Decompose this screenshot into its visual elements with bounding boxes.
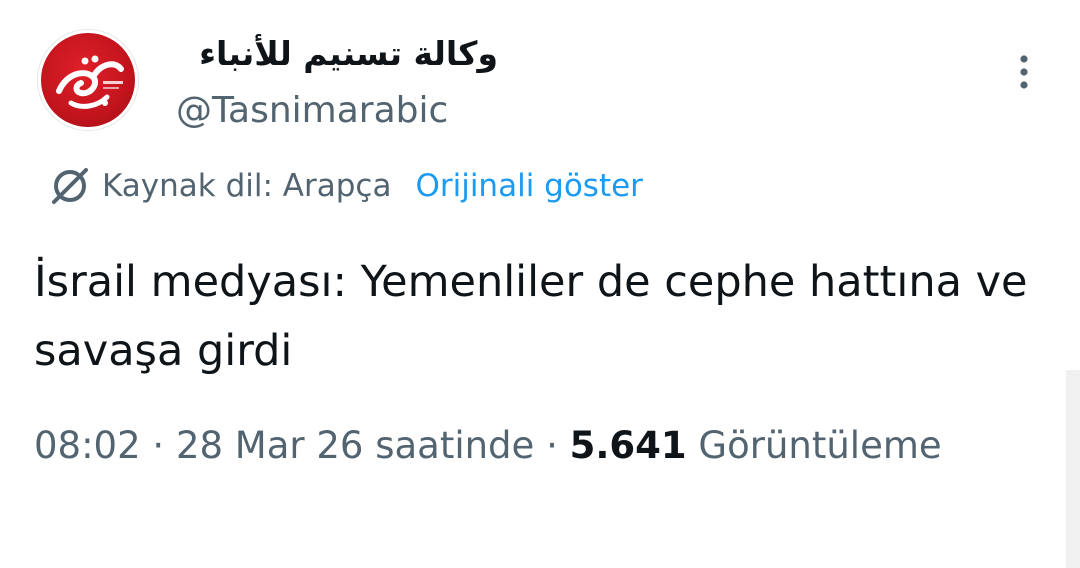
- source-language-label: Kaynak dil: Arapça: [102, 168, 392, 204]
- translation-row: Kaynak dil: Arapça Orijinali göster: [46, 164, 643, 208]
- tweet-text: İsrail medyası: Yemenliler de cephe hatt…: [34, 257, 1028, 376]
- avatar[interactable]: [37, 29, 139, 131]
- show-original-link[interactable]: Orijinali göster: [415, 168, 642, 204]
- tweet-date[interactable]: 28 Mar 26 saatinde: [176, 424, 534, 467]
- more-vertical-icon[interactable]: [1012, 52, 1036, 92]
- views-label: Görüntüleme: [698, 424, 942, 467]
- translate-icon: [46, 164, 92, 208]
- meta-separator: ·: [534, 424, 570, 467]
- tweet-time[interactable]: 08:02: [34, 424, 141, 467]
- author-display-name[interactable]: وكالة تسنيم للأنباء: [199, 34, 498, 73]
- author-handle[interactable]: @Tasnimarabic: [176, 90, 448, 131]
- views-count: 5.641: [569, 424, 687, 467]
- tweet-card: وكالة تسنيم للأنباء @Tasnimarabic Kaynak…: [0, 0, 1080, 568]
- tasnim-logo: [41, 33, 135, 127]
- meta-separator: ·: [140, 424, 176, 467]
- tweet-meta: 08:02 · 28 Mar 26 saatinde · 5.641 Görün…: [34, 412, 1034, 480]
- scrollbar-track[interactable]: [1066, 370, 1080, 568]
- tasnim-logo-mark: [56, 55, 124, 109]
